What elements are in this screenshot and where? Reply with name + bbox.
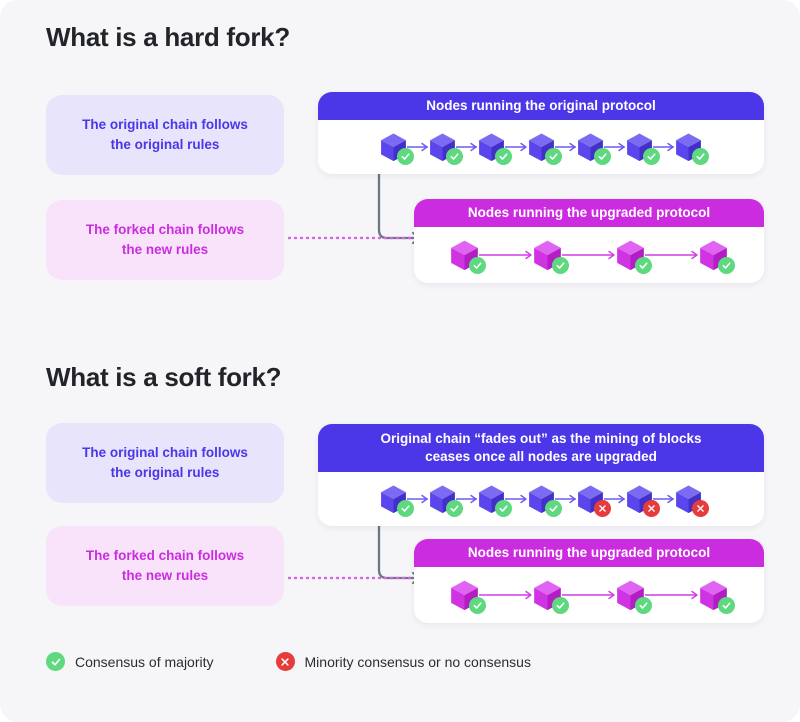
legend: Consensus of majority Minority consensus … (46, 652, 593, 671)
chain-link-arrow (562, 590, 616, 600)
label-forked-chain-soft-fork: The forked chain follows the new rules (46, 526, 284, 606)
chain-link-arrow (479, 250, 533, 260)
chain-node (450, 240, 486, 275)
chain-node (626, 133, 660, 166)
label-text: The forked chain follows the new rules (85, 222, 245, 257)
chain-card-fading-original-chain: Original chain “fades out” as the mining… (318, 424, 764, 526)
label-original-chain-soft-fork: The original chain follows the original r… (46, 423, 284, 503)
chain-node (380, 133, 414, 166)
check-circle-icon (718, 257, 735, 275)
x-circle-icon (275, 652, 295, 671)
chain-link-arrow (562, 250, 616, 260)
chain-link-arrow (505, 494, 527, 504)
chain-node (450, 580, 486, 615)
chain-node (478, 133, 513, 166)
chain-node (533, 580, 569, 615)
chain-link-arrow (653, 142, 675, 152)
chain-link-arrow (604, 494, 626, 504)
chain-link-arrow (555, 142, 577, 152)
legend-label: Consensus of majority (75, 653, 214, 670)
chain-link-arrow (479, 590, 533, 600)
label-text: The forked chain follows the new rules (85, 548, 245, 583)
chain-node (380, 485, 414, 518)
chain-node (577, 133, 611, 166)
chain-node (429, 485, 464, 518)
chain-card-header: Nodes running the upgraded protocol (414, 539, 764, 567)
chain-card-upgraded-protocol: Nodes running the upgraded protocol (414, 199, 764, 283)
chain-node-row (414, 227, 764, 283)
chain-node (675, 485, 710, 518)
chain-link-arrow (456, 142, 478, 152)
check-circle-icon (692, 148, 710, 166)
chain-link-arrow (645, 250, 699, 260)
legend-item: Minority consensus or no consensus (275, 652, 531, 671)
chain-node-row (414, 567, 764, 623)
chain-card-header: Nodes running the upgraded protocol (414, 199, 764, 227)
chain-link-arrow (505, 142, 527, 152)
chain-link-arrow (407, 142, 429, 152)
chain-node (429, 133, 464, 166)
check-circle-icon (718, 597, 735, 615)
chain-link-arrow (555, 494, 577, 504)
chain-node (616, 580, 652, 615)
chain-node (699, 580, 735, 615)
chain-card-original-protocol: Nodes running the original protocol (318, 92, 764, 174)
connector-dotted-hard-fork (288, 236, 420, 240)
chain-node (577, 485, 611, 518)
chain-link-arrow (653, 494, 675, 504)
x-circle-icon (692, 500, 710, 518)
chain-node (528, 133, 562, 166)
label-original-chain-hard-fork: The original chain follows the original r… (46, 95, 284, 175)
chain-node (626, 485, 660, 518)
chain-node (478, 485, 513, 518)
connector-dotted-soft-fork (288, 576, 420, 580)
chain-link-arrow (645, 590, 699, 600)
chain-node-row (318, 120, 764, 174)
chain-link-arrow (604, 142, 626, 152)
chain-card-header: Nodes running the original protocol (318, 92, 764, 120)
label-text: The original chain follows the original r… (82, 445, 248, 480)
label-text: The original chain follows the original r… (82, 117, 248, 152)
chain-node (675, 133, 710, 166)
label-forked-chain-hard-fork: The forked chain follows the new rules (46, 200, 284, 280)
chain-link-arrow (456, 494, 478, 504)
chain-card-header: Original chain “fades out” as the mining… (318, 424, 764, 472)
chain-node-row (318, 472, 764, 526)
chain-node (528, 485, 562, 518)
legend-item: Consensus of majority (46, 652, 214, 671)
chain-node (616, 240, 652, 275)
chain-link-arrow (407, 494, 429, 504)
check-circle-icon (46, 652, 65, 671)
chain-node (699, 240, 735, 275)
infographic-canvas: What is a hard fork? The original chain … (0, 0, 800, 722)
section-title-soft-fork: What is a soft fork? (46, 362, 282, 392)
section-title-hard-fork: What is a hard fork? (46, 22, 290, 52)
chain-card-upgraded-protocol-soft: Nodes running the upgraded protocol (414, 539, 764, 623)
legend-label: Minority consensus or no consensus (304, 653, 531, 670)
chain-node (533, 240, 569, 275)
